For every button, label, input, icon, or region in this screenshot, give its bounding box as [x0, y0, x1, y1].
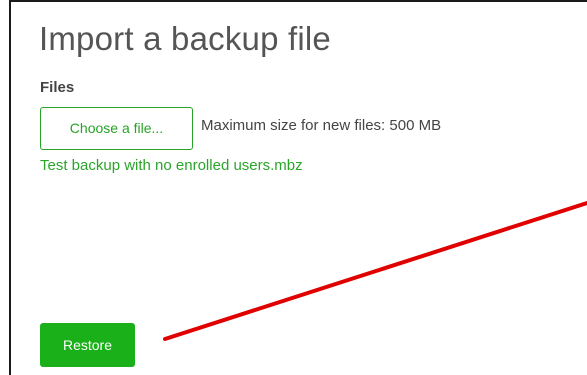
page-title: Import a backup file [39, 20, 331, 57]
max-file-size-note: Maximum size for new files: 500 MB [201, 117, 442, 134]
selected-file-name: Test backup with no enrolled users.mbz [40, 157, 303, 174]
files-label: Files [40, 79, 75, 96]
choose-file-button[interactable]: Choose a file... [40, 107, 193, 150]
restore-button[interactable]: Restore [40, 323, 135, 367]
